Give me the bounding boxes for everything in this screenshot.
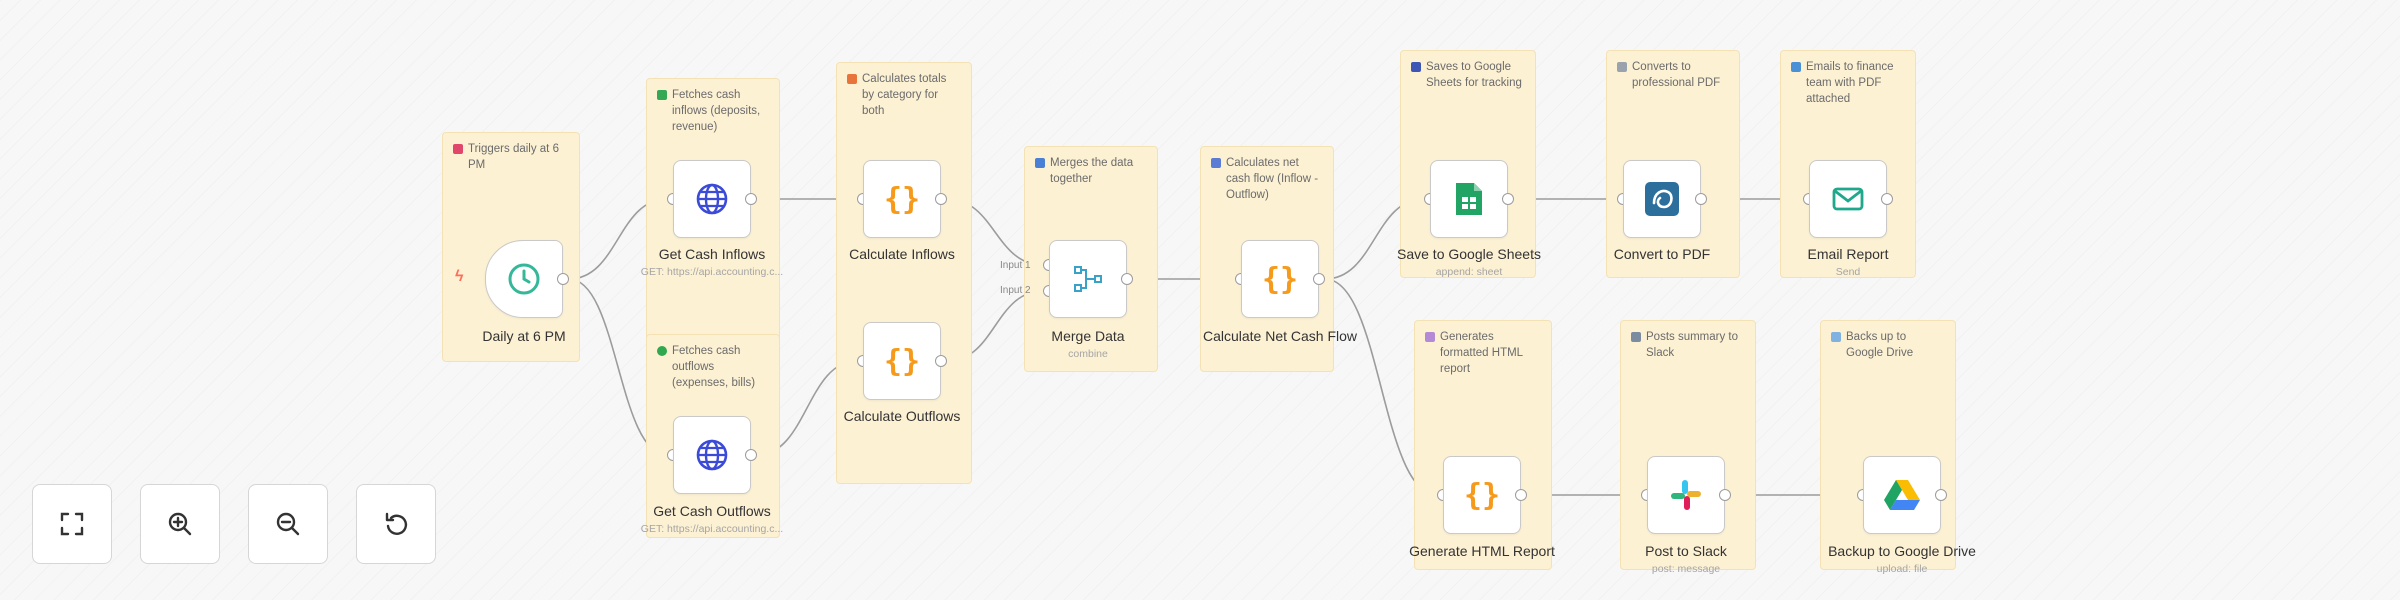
mail-icon — [1832, 187, 1864, 211]
code-icon: {} — [1261, 261, 1299, 297]
trigger-bolt-icon: ϟ — [455, 268, 464, 285]
reset-zoom-icon — [385, 512, 408, 535]
node-generate-html-report[interactable]: {} — [1443, 456, 1521, 534]
node-subtitle: combine — [1068, 348, 1108, 360]
note-text: Calculates net cash flow (Inflow - Outfl… — [1226, 157, 1319, 201]
note-text: Generates formatted HTML report — [1440, 331, 1523, 375]
output-handle[interactable] — [1935, 489, 1947, 501]
node-subtitle: Send — [1835, 266, 1861, 278]
output-handle[interactable] — [935, 355, 947, 367]
node-calculate-outflows[interactable]: {} — [863, 322, 941, 400]
note-text: Saves to Google Sheets for tracking — [1426, 61, 1522, 89]
node-label: Daily at 6 PM — [482, 328, 566, 344]
node-email-report[interactable] — [1809, 160, 1887, 238]
node-daily-at-6pm[interactable] — [485, 240, 563, 318]
zoom-in-icon — [168, 512, 192, 536]
input-label: Input 2 — [1000, 285, 1031, 296]
fit-view-button[interactable] — [32, 484, 112, 564]
note-text: Fetches cash outflows (expenses, bills) — [672, 345, 756, 389]
globe-icon — [696, 183, 728, 215]
fit-view-icon — [60, 512, 84, 536]
zoom-out-icon — [276, 512, 300, 536]
envelope-icon — [1791, 62, 1801, 72]
alarm-icon — [453, 144, 463, 154]
note-text: Posts summary to Slack — [1646, 331, 1739, 359]
node-label: Email Report — [1807, 246, 1889, 262]
green-square-icon — [657, 90, 667, 100]
output-handle[interactable] — [935, 193, 947, 205]
node-label: Get Cash Inflows — [658, 246, 766, 262]
code-icon: {} — [1463, 477, 1501, 513]
page-icon — [1425, 332, 1435, 342]
note-text: Converts to professional PDF — [1632, 61, 1721, 89]
node-subtitle: upload: file — [1876, 563, 1928, 575]
node-label: Get Cash Outflows — [653, 503, 771, 519]
node-label: Backup to Google Drive — [1828, 543, 1976, 559]
node-subtitle: post: message — [1651, 563, 1721, 575]
output-handle[interactable] — [745, 193, 757, 205]
code-icon: {} — [883, 181, 921, 217]
output-handle[interactable] — [1515, 489, 1527, 501]
code-icon: {} — [883, 343, 921, 379]
clock-icon — [508, 263, 540, 295]
node-subtitle: GET: https://api.accounting.c... — [640, 266, 784, 278]
chart-icon — [847, 74, 857, 84]
node-label: Calculate Outflows — [843, 408, 961, 424]
cloud-icon — [1831, 332, 1841, 342]
output-handle[interactable] — [1881, 193, 1893, 205]
output-handle[interactable] — [1695, 193, 1707, 205]
reset-zoom-button[interactable] — [356, 484, 436, 564]
output-handle[interactable] — [557, 273, 569, 285]
note-text: Merges the data together — [1050, 157, 1134, 185]
clipboard-icon — [1211, 158, 1221, 168]
node-label: Save to Google Sheets — [1397, 246, 1541, 262]
disk-icon — [1411, 62, 1421, 72]
node-save-to-google-sheets[interactable] — [1430, 160, 1508, 238]
zoom-in-button[interactable] — [140, 484, 220, 564]
google-sheets-icon — [1456, 183, 1482, 215]
node-label: Generate HTML Report — [1409, 543, 1555, 559]
pdf-service-icon — [1645, 182, 1679, 216]
node-get-cash-inflows[interactable] — [673, 160, 751, 238]
output-handle[interactable] — [745, 449, 757, 461]
node-calculate-net-cash-flow[interactable]: {} — [1241, 240, 1319, 318]
node-post-to-slack[interactable] — [1647, 456, 1725, 534]
output-handle[interactable] — [1502, 193, 1514, 205]
green-dot-icon — [657, 346, 667, 356]
node-label: Convert to PDF — [1613, 246, 1711, 262]
node-label: Merge Data — [1051, 328, 1125, 344]
node-label: Post to Slack — [1645, 543, 1727, 559]
node-subtitle: GET: https://api.accounting.c... — [640, 523, 784, 535]
note-text: Triggers daily at 6 PM — [468, 143, 559, 171]
node-merge-data[interactable] — [1049, 240, 1127, 318]
zoom-out-button[interactable] — [248, 484, 328, 564]
slack-icon — [1671, 480, 1701, 510]
note-text: Fetches cash inflows (deposits, revenue) — [672, 89, 761, 133]
node-label: Calculate Net Cash Flow — [1202, 328, 1358, 344]
output-handle[interactable] — [1313, 273, 1325, 285]
google-drive-icon — [1884, 480, 1920, 510]
chat-icon — [1631, 332, 1641, 342]
output-handle[interactable] — [1719, 489, 1731, 501]
merge-icon — [1074, 266, 1102, 292]
node-backup-to-google-drive[interactable] — [1863, 456, 1941, 534]
note-text: Backs up to Google Drive — [1846, 331, 1914, 359]
input-label: Input 1 — [1000, 260, 1031, 271]
note-text: Calculates totals by category for both — [862, 73, 947, 117]
blue-square-icon — [1035, 158, 1045, 168]
node-calculate-inflows[interactable]: {} — [863, 160, 941, 238]
node-get-cash-outflows[interactable] — [673, 416, 751, 494]
node-label: Calculate Inflows — [849, 246, 955, 262]
output-handle[interactable] — [1121, 273, 1133, 285]
globe-icon — [696, 439, 728, 471]
node-subtitle: append: sheet — [1435, 266, 1503, 278]
note-text: Emails to finance team with PDF attached — [1806, 61, 1894, 105]
document-icon — [1617, 62, 1627, 72]
node-convert-to-pdf[interactable] — [1623, 160, 1701, 238]
